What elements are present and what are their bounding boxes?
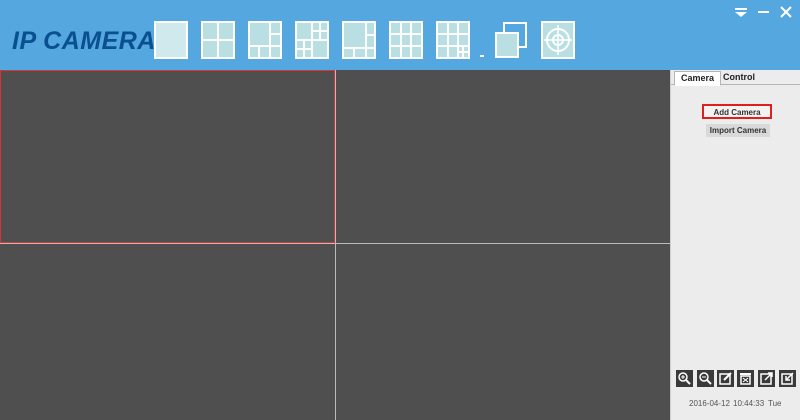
layout-1-icon <box>154 21 188 59</box>
import-button[interactable] <box>779 370 796 387</box>
layout-9-icon <box>342 21 376 59</box>
zoom-out-icon <box>699 372 712 385</box>
layout-6-button[interactable] <box>248 21 282 59</box>
layout-4-button[interactable] <box>201 21 235 59</box>
tab-control[interactable]: Control <box>723 71 755 84</box>
layout-8-button[interactable] <box>295 21 329 59</box>
layout-13-icon <box>389 21 423 59</box>
dropdown-arrow-icon <box>480 55 484 57</box>
edit-icon <box>719 372 732 385</box>
delete-camera-button[interactable] <box>737 370 754 387</box>
cruise-icon <box>541 21 575 59</box>
layout-6-icon <box>248 21 282 59</box>
fullscreen-icon <box>495 22 527 58</box>
layout-8-icon <box>295 21 329 59</box>
title-bar: IP CAMERA <box>0 0 800 70</box>
menu-icon <box>735 8 747 17</box>
export-icon <box>760 372 773 385</box>
layout-4-icon <box>201 21 235 59</box>
zoom-in-button[interactable] <box>676 370 693 387</box>
video-grid <box>0 70 670 420</box>
layout-13-button[interactable] <box>389 21 423 59</box>
close-icon <box>780 6 792 18</box>
cruise-button[interactable] <box>541 21 575 59</box>
delete-icon <box>740 373 751 385</box>
add-camera-button[interactable]: Add Camera <box>702 104 772 119</box>
zoom-in-icon <box>678 372 691 385</box>
minimize-icon <box>758 11 769 13</box>
import-camera-button[interactable]: Import Camera <box>706 124 770 137</box>
status-time: 10:44:33 <box>733 399 765 408</box>
minimize-button[interactable] <box>756 5 772 19</box>
edit-camera-button[interactable] <box>717 370 734 387</box>
fullscreen-button[interactable] <box>494 21 528 59</box>
video-pane-2[interactable] <box>336 70 670 243</box>
layout-9-button[interactable] <box>342 21 376 59</box>
tab-camera[interactable]: Camera <box>674 71 722 86</box>
layout-16-button[interactable] <box>436 21 470 59</box>
video-pane-4[interactable] <box>336 244 670 420</box>
status-date: 2016-04-12 <box>689 399 730 408</box>
layout-more-button[interactable] <box>478 46 486 57</box>
app-title: IP CAMERA <box>12 27 156 55</box>
close-button[interactable] <box>778 5 794 19</box>
sidebar: Camera Control Add Camera Import Camera … <box>670 70 800 420</box>
layout-1-button[interactable] <box>154 21 188 59</box>
video-pane-3[interactable] <box>0 244 335 420</box>
import-icon <box>781 372 794 385</box>
sidebar-tabs: Camera Control <box>671 70 800 86</box>
window-menu-button[interactable] <box>733 5 749 19</box>
status-weekday: Tue <box>768 399 782 408</box>
export-button[interactable] <box>758 370 775 387</box>
layout-16-icon <box>436 21 470 59</box>
video-pane-1[interactable] <box>0 70 335 243</box>
zoom-out-button[interactable] <box>697 370 714 387</box>
